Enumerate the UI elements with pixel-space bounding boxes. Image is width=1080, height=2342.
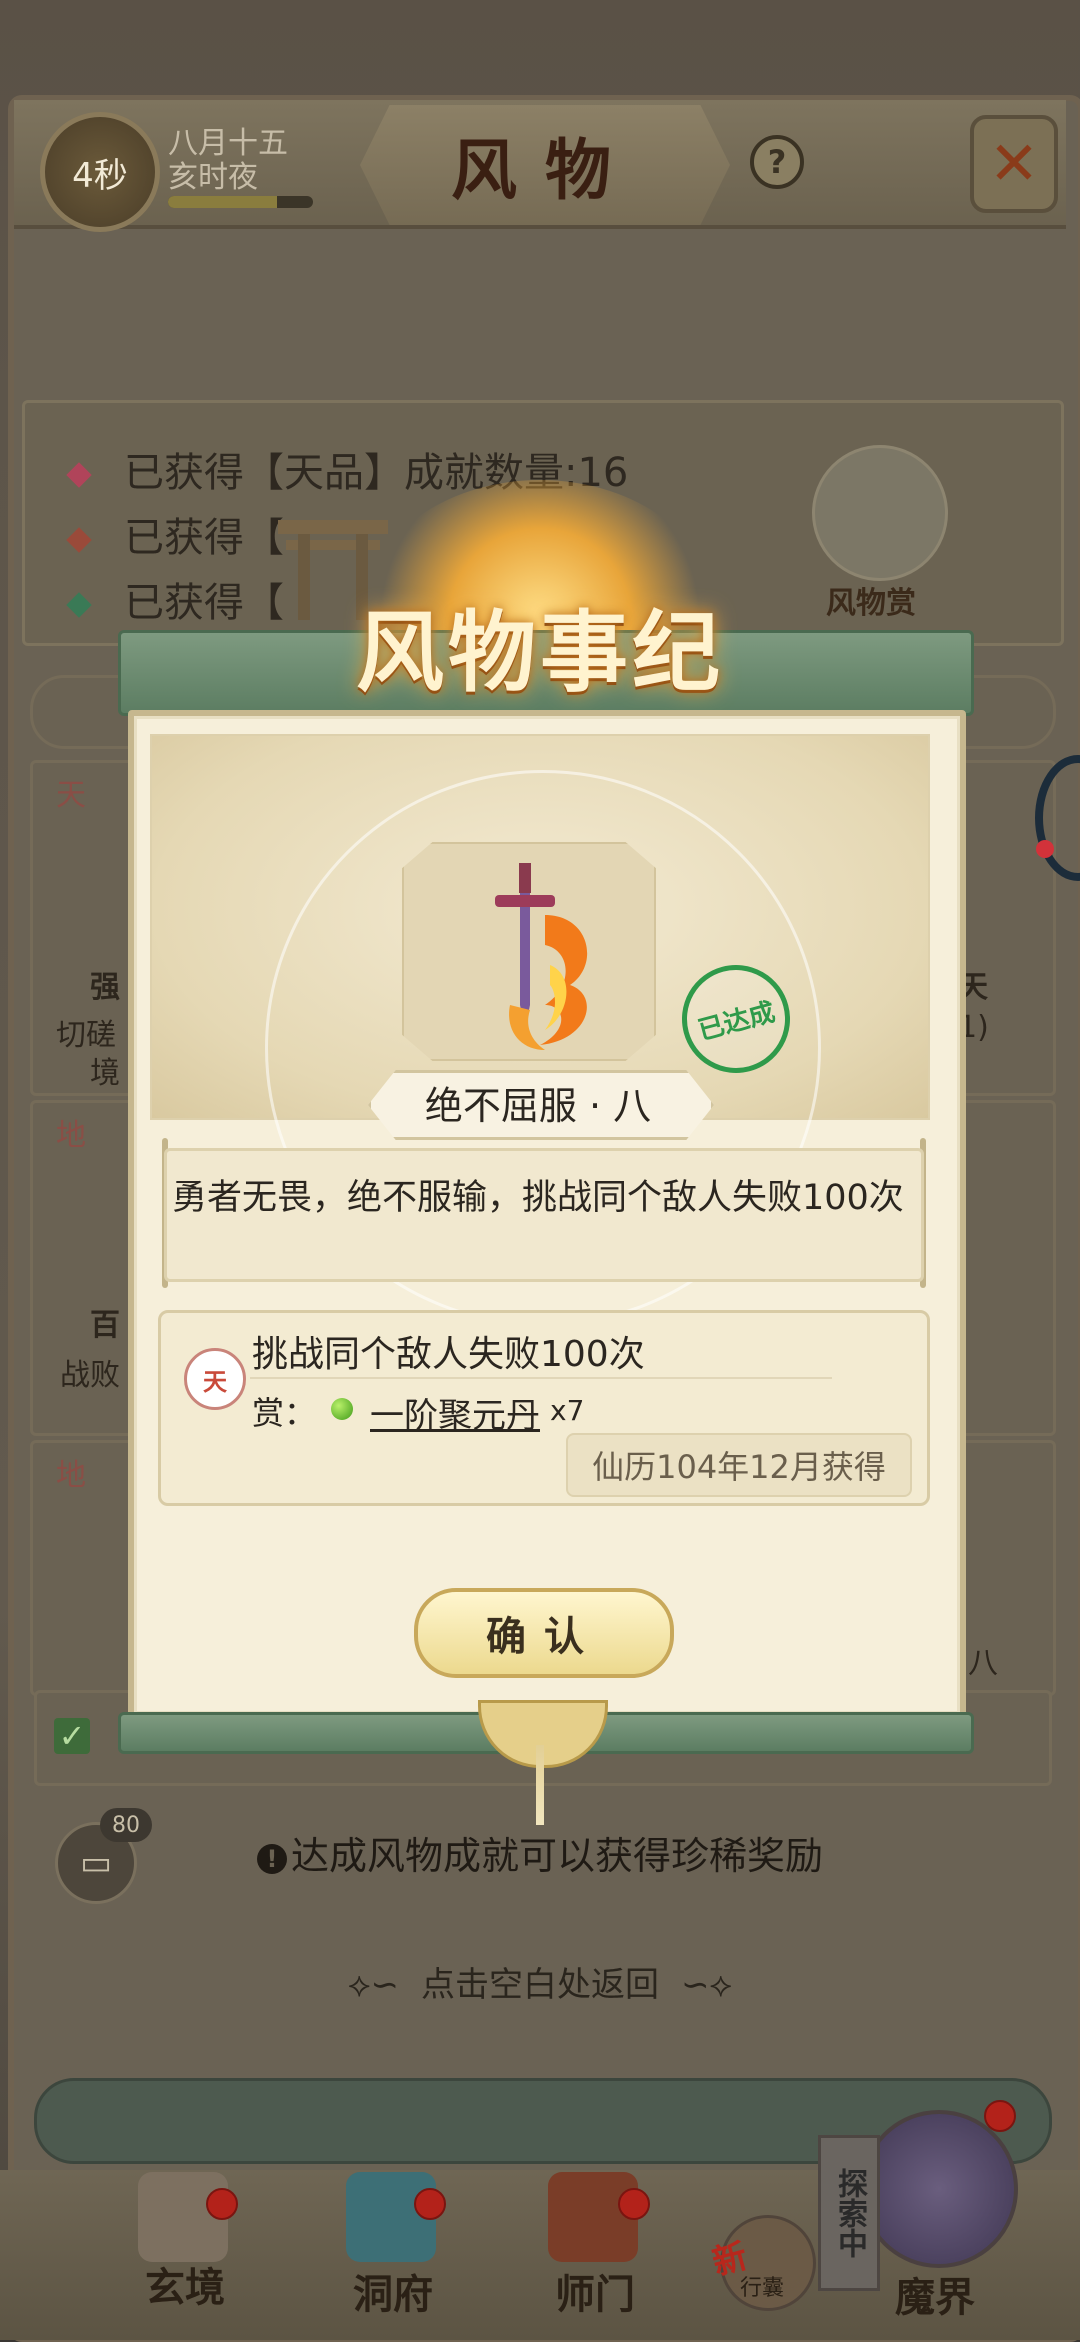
pill-icon xyxy=(331,1398,353,1420)
achievement-name: 绝不屈服 · 八 xyxy=(424,1083,652,1128)
notification-dot xyxy=(618,2188,650,2220)
info-icon: ! xyxy=(256,1843,287,1874)
energy-bar-fill xyxy=(168,196,277,208)
card-text: 战败 xyxy=(60,1358,120,1393)
return-hint[interactable]: ⟡∽ 点击空白处返回 ∽⟡ xyxy=(0,1957,1080,2006)
card-text: 强 xyxy=(90,970,120,1005)
flaming-sword-icon xyxy=(495,863,588,1050)
card-text: 百 xyxy=(90,1308,120,1343)
help-button[interactable]: ? xyxy=(750,135,804,189)
achievement-description: 勇者无畏，绝不服输，挑战同个敌人失败100次 xyxy=(172,1178,904,1218)
reward-item-link[interactable]: 一阶聚元丹 xyxy=(370,1388,540,1437)
nav-item-mojie[interactable]: 魔界 xyxy=(860,2265,1010,2323)
return-hint-label: 点击空白处返回 xyxy=(421,1965,659,2005)
tier-tag: 天 xyxy=(56,778,86,813)
checkbox[interactable]: ✓ xyxy=(54,1718,90,1754)
swirl-icon: ∽⟡ xyxy=(681,1965,732,2005)
hint-label: 达成风物成就可以获得珍稀奖励 xyxy=(290,1834,823,1878)
notification-dot xyxy=(414,2188,446,2220)
tier-tag: 地 xyxy=(56,1118,86,1153)
swirl-icon: ⟡∽ xyxy=(348,1965,399,2005)
modal-title: 风物事纪 xyxy=(355,599,724,704)
stat-text: 已获得【 xyxy=(124,515,284,561)
hint-text: ! 达成风物成就可以获得珍稀奖励 xyxy=(0,1825,1080,1880)
obtained-date: 仙历104年12月获得 xyxy=(566,1433,912,1497)
nav-item-xingnang[interactable]: 行囊 xyxy=(740,2270,784,2302)
notification-dot xyxy=(206,2188,238,2220)
reward-label: 赏： xyxy=(252,1394,317,1432)
demon-realm-icon xyxy=(860,2110,1018,2268)
card-text: 境 xyxy=(90,1056,120,1091)
close-button[interactable]: ✕ xyxy=(970,115,1058,213)
reward-quantity: x7 xyxy=(550,1394,585,1427)
confirm-button[interactable]: 确认 xyxy=(414,1588,674,1678)
nav-item-xuanjing[interactable]: 玄境 xyxy=(110,2255,260,2313)
tier-badge: 天 xyxy=(184,1348,246,1410)
page-title: 风物 xyxy=(451,131,639,209)
diamond-icon xyxy=(66,527,92,553)
nav-item-dongfu[interactable]: 洞府 xyxy=(318,2262,468,2320)
stat-line: 已获得【 xyxy=(66,505,284,563)
tier-tag: 地 xyxy=(56,1458,86,1493)
card-text: 八 xyxy=(968,1646,998,1681)
character-avatar[interactable] xyxy=(812,445,948,581)
nav-item-shimen[interactable]: 师门 xyxy=(520,2262,670,2320)
notification-dot xyxy=(984,2100,1016,2132)
time-text: 亥时夜 xyxy=(168,160,258,195)
diamond-icon xyxy=(66,462,92,488)
task-title: 挑战同个敌人失败100次 xyxy=(252,1334,645,1375)
diamond-icon xyxy=(66,592,92,618)
divider xyxy=(250,1377,832,1379)
notification-dot xyxy=(1036,840,1054,858)
energy-bar xyxy=(168,196,313,208)
timer-badge: 4秒 xyxy=(40,112,160,232)
tassel xyxy=(536,1745,544,1825)
